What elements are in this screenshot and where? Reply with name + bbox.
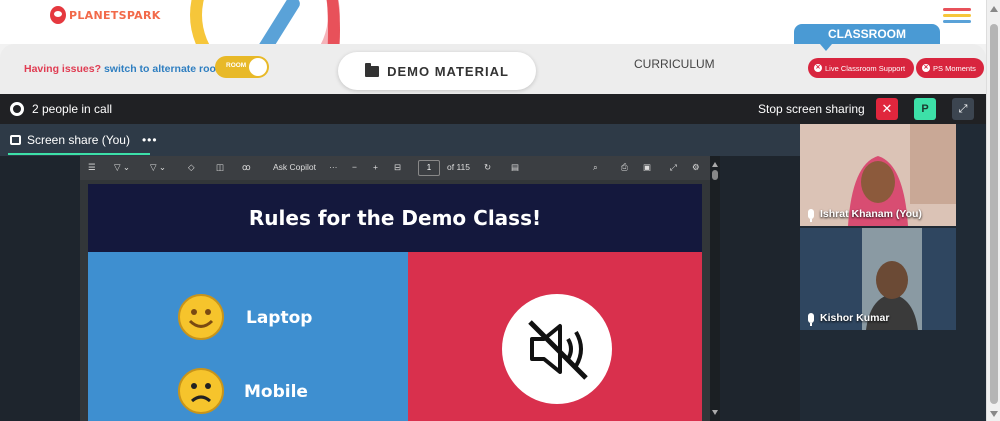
support-icon: ✕ xyxy=(814,64,822,72)
contents-icon[interactable]: ☰ xyxy=(88,162,96,173)
page-total: of 115 xyxy=(447,162,471,172)
screen-share-icon xyxy=(10,135,21,145)
stop-sharing-label[interactable]: Stop screen sharing xyxy=(758,102,865,116)
live-support-label: Live Classroom Support xyxy=(825,63,906,73)
view-icon[interactable]: ◫ xyxy=(216,162,224,173)
microphone-icon xyxy=(808,313,814,326)
page-scroll-up-icon[interactable] xyxy=(990,6,998,12)
scroll-up-arrow-icon[interactable] xyxy=(712,162,718,167)
planetspark-logo[interactable]: PLANETSPARK xyxy=(50,6,161,24)
share-scroll-thumb[interactable] xyxy=(712,170,718,180)
participant-name-label: Kishor Kumar xyxy=(820,312,890,324)
draw-icon[interactable]: ▽ ⌄ xyxy=(150,162,166,173)
live-classroom-support-button[interactable]: ✕ Live Classroom Support xyxy=(808,58,914,78)
print-icon[interactable]: ⎙ xyxy=(621,162,628,173)
room-toggle[interactable]: ROOM xyxy=(215,56,269,78)
screen-share-label: Screen share (You) xyxy=(27,133,130,147)
page-scrollbar[interactable] xyxy=(986,0,1000,421)
stop-sharing-button[interactable]: ✕ xyxy=(876,98,898,120)
page-view-icon[interactable]: ▤ xyxy=(511,162,519,173)
speaker-muted-icon xyxy=(502,294,612,404)
pdf-viewer: ☰ ▽ ⌄ ▽ ⌄ ◇ ◫ ꝏ Ask Copilot ··· − + ⊟ 1 … xyxy=(80,156,720,421)
slide-left-panel: Laptop Mobile xyxy=(88,252,408,421)
zoom-in-icon[interactable]: + xyxy=(373,162,378,172)
fullscreen-icon[interactable]: ⤢ xyxy=(952,98,974,120)
read-aloud-icon[interactable]: ꝏ xyxy=(242,162,251,173)
presenter-avatar[interactable]: P xyxy=(914,98,936,120)
hamburger-menu-icon[interactable] xyxy=(943,8,971,26)
participant-name: Kishor Kumar xyxy=(808,312,890,326)
slide-right-panel xyxy=(408,252,702,421)
screen-share-tab[interactable]: Screen share (You) ••• xyxy=(10,133,158,147)
rotate-icon[interactable]: ↻ xyxy=(484,162,491,173)
participant-name: Ishrat Khanam (You) xyxy=(808,208,922,222)
ps-moments-label: PS Moments xyxy=(933,63,976,73)
happy-face-icon xyxy=(178,294,224,340)
search-icon[interactable]: ⌕ xyxy=(593,162,598,173)
sad-face-icon xyxy=(178,368,224,414)
highlight-icon[interactable]: ▽ ⌄ xyxy=(114,162,130,173)
curriculum-tab[interactable]: CURRICULUM xyxy=(634,57,715,71)
toggle-knob xyxy=(249,58,267,76)
pdf-toolbar: ☰ ▽ ⌄ ▽ ⌄ ◇ ◫ ꝏ Ask Copilot ··· − + ⊟ 1 … xyxy=(80,156,720,180)
folder-icon xyxy=(365,62,380,77)
moments-icon: ✕ xyxy=(922,64,930,72)
issues-label: Having issues? xyxy=(24,63,102,75)
logo-text: PLANETSPARK xyxy=(69,8,161,22)
ps-moments-button[interactable]: ✕ PS Moments xyxy=(916,58,984,78)
fit-page-icon[interactable]: ⊟ xyxy=(394,162,401,173)
share-tab-bar: Screen share (You) ••• xyxy=(0,124,800,156)
share-scrollbar[interactable] xyxy=(710,156,720,421)
logo-mark-icon xyxy=(50,6,66,24)
more-options-icon[interactable]: ••• xyxy=(142,133,158,147)
page-scroll-down-icon[interactable] xyxy=(990,411,998,417)
settings-icon[interactable]: ⚙ xyxy=(692,162,700,173)
slide-item-laptop: Laptop xyxy=(246,308,313,328)
demo-material-label: DEMO MATERIAL xyxy=(387,63,509,79)
expand-icon[interactable]: ⤢ xyxy=(670,162,677,173)
video-call-panel: 2 people in call Stop screen sharing ✕ P… xyxy=(0,94,986,421)
slide-title: Rules for the Demo Class! xyxy=(88,184,702,252)
page-number-input[interactable]: 1 xyxy=(418,160,440,176)
scroll-down-arrow-icon[interactable] xyxy=(712,410,718,415)
zoom-out-icon[interactable]: − xyxy=(352,162,357,172)
eraser-icon[interactable]: ◇ xyxy=(188,162,195,173)
room-toggle-label: ROOM xyxy=(226,62,247,69)
more-tools-icon[interactable]: ··· xyxy=(329,162,338,172)
participant-tile[interactable]: Ishrat Khanam (You) xyxy=(800,124,956,226)
gear-icon[interactable] xyxy=(10,102,24,116)
people-count: 2 people in call xyxy=(32,102,113,116)
issues-text: Having issues? switch to alternate room xyxy=(24,63,225,75)
switch-room-link[interactable]: switch to alternate room xyxy=(104,63,225,75)
slide-item-mobile: Mobile xyxy=(244,382,308,402)
page: PLANETSPARK Having issues? switch to alt… xyxy=(0,0,1000,421)
ask-copilot-button[interactable]: Ask Copilot xyxy=(273,162,316,172)
save-icon[interactable]: ▣ xyxy=(643,162,651,173)
page-scroll-thumb[interactable] xyxy=(990,24,998,404)
classroom-tab-arrow xyxy=(820,44,832,51)
active-tab-indicator xyxy=(8,153,150,155)
demo-material-button[interactable]: DEMO MATERIAL xyxy=(338,52,536,90)
call-top-bar: 2 people in call Stop screen sharing ✕ P… xyxy=(0,94,986,124)
microphone-icon xyxy=(808,209,814,222)
participant-name-label: Ishrat Khanam (You) xyxy=(820,208,922,220)
classroom-tab[interactable]: CLASSROOM xyxy=(794,24,940,44)
participant-tile[interactable]: Kishor Kumar xyxy=(800,228,956,330)
